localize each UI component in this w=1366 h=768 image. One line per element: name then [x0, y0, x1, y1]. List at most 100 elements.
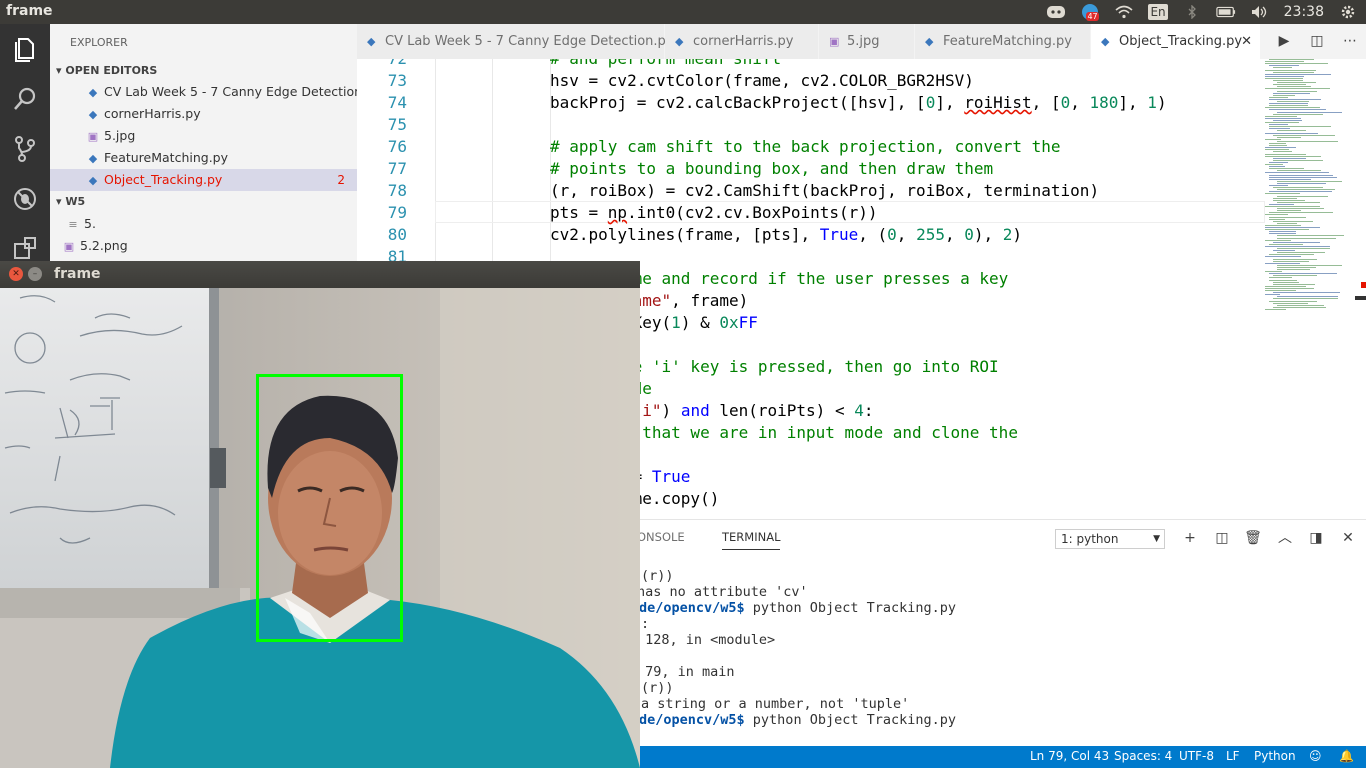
minimap-line	[1277, 266, 1316, 268]
minimap-line	[1273, 199, 1305, 201]
split-terminal-icon[interactable]: ◫	[1213, 529, 1231, 547]
minimap-line	[1265, 115, 1297, 117]
notifications-bell-icon[interactable]: 🔔	[1339, 749, 1354, 763]
python-file-icon: ◆	[88, 152, 98, 165]
toggle-panel-position-icon[interactable]: ◨	[1307, 529, 1325, 547]
terminal-line: de/opencv/w5$ python Object Tracking.py	[639, 712, 956, 728]
debug-icon[interactable]	[10, 184, 40, 214]
open-editor-item[interactable]: ◆ FeatureMatching.py	[50, 147, 357, 169]
code-line: (r, roiBox) = cv2.CamShift(backProj, roi…	[550, 181, 1100, 200]
more-actions-icon[interactable]: ⋯	[1341, 32, 1359, 50]
feedback-smiley-icon[interactable]: ☺	[1309, 749, 1322, 763]
volume-icon[interactable]	[1250, 4, 1270, 20]
minimize-window-icon[interactable]: –	[28, 267, 42, 281]
maximize-panel-icon[interactable]: ︿	[1276, 529, 1294, 547]
tab-canny-edge[interactable]: ◆ CV Lab Week 5 - 7 Canny Edge Detection.…	[357, 24, 674, 59]
code-line: # and perform mean shift	[550, 59, 781, 68]
close-panel-icon[interactable]: ✕	[1339, 529, 1357, 547]
python-file-icon: ◆	[88, 174, 98, 187]
minimap-line	[1273, 119, 1302, 121]
minimap-line	[1269, 109, 1326, 111]
open-editors-header[interactable]: ▾ OPEN EDITORS	[56, 64, 157, 77]
terminal-selector[interactable]: 1: python ▼	[1055, 529, 1165, 549]
close-tab-icon[interactable]: ✕	[1241, 24, 1252, 59]
battery-icon[interactable]	[1215, 4, 1236, 20]
minimap-line	[1265, 149, 1289, 151]
language-mode[interactable]: Python	[1254, 749, 1296, 763]
files-explorer-icon[interactable]	[10, 34, 40, 64]
minimap-line	[1269, 216, 1306, 218]
tracking-bounding-box	[256, 374, 403, 642]
minimap-line	[1269, 174, 1333, 176]
terminal-line: a string or a number, not 'tuple'	[641, 696, 910, 712]
open-editor-item-active[interactable]: ◆ Object_Tracking.py 2	[50, 169, 357, 191]
close-window-icon[interactable]: ✕	[9, 267, 23, 281]
minimap-line	[1265, 206, 1320, 207]
encoding[interactable]: UTF-8	[1179, 749, 1214, 763]
tab-object-tracking[interactable]: ◆ Object_Tracking.py ✕	[1091, 24, 1261, 59]
search-icon[interactable]	[10, 84, 40, 114]
minimap-line	[1269, 218, 1285, 220]
open-editor-item[interactable]: ◆ CV Lab Week 5 - 7 Canny Edge Detection.…	[50, 81, 357, 103]
minimap-line	[1273, 151, 1292, 153]
minimap-line	[1269, 233, 1296, 235]
minimap-line	[1269, 96, 1288, 98]
minimap-line	[1269, 168, 1304, 170]
folder-header[interactable]: ▾ W5	[56, 195, 85, 208]
minimap-line	[1269, 300, 1317, 302]
file-item[interactable]: ▣ 5.2.png	[50, 235, 357, 257]
minimap-line	[1265, 63, 1328, 65]
split-editor-icon[interactable]: ◫	[1308, 32, 1326, 50]
minimap-line	[1269, 277, 1292, 279]
source-control-icon[interactable]	[10, 134, 40, 164]
discord-icon[interactable]	[1046, 4, 1066, 20]
tab-5-jpg[interactable]: ▣ 5.jpg	[819, 24, 915, 59]
minimap-line	[1273, 298, 1338, 300]
tab-cornerharris[interactable]: ◆ cornerHarris.py	[665, 24, 819, 59]
minimap-line	[1265, 75, 1304, 77]
indentation[interactable]: Spaces: 4	[1114, 749, 1172, 763]
minimap-line	[1277, 248, 1330, 249]
terminal-line: has no attribute 'cv'	[637, 584, 808, 600]
minimap-line	[1277, 86, 1311, 88]
minimap-line	[1269, 166, 1285, 168]
open-editor-item[interactable]: ▣ 5.jpg	[50, 125, 357, 147]
file-item[interactable]: ≡ 5.	[50, 213, 357, 235]
tab-featurematching[interactable]: ◆ FeatureMatching.py	[915, 24, 1091, 59]
explorer-title: EXPLORER	[70, 36, 128, 49]
open-editor-item[interactable]: ◆ cornerHarris.py	[50, 103, 357, 125]
minimap-line	[1265, 122, 1299, 123]
keyboard-language-indicator[interactable]: En	[1148, 4, 1168, 20]
minimap-line	[1273, 80, 1303, 81]
clock[interactable]: 23:38	[1284, 4, 1324, 20]
run-icon[interactable]: ▶	[1275, 32, 1293, 50]
end-of-line[interactable]: LF	[1226, 749, 1240, 763]
webcam-frame-image	[0, 288, 640, 768]
wifi-icon[interactable]	[1114, 4, 1134, 20]
minimap-line	[1273, 220, 1313, 222]
new-terminal-icon[interactable]: +	[1181, 529, 1199, 547]
minimap-line	[1269, 231, 1296, 233]
trash-icon[interactable]: 🗑	[1244, 529, 1262, 547]
minimap-line	[1269, 185, 1288, 186]
chevron-down-icon: ▾	[56, 64, 66, 77]
minimap-line	[1269, 65, 1299, 67]
settings-gear-icon[interactable]	[1338, 4, 1358, 20]
extensions-icon[interactable]	[10, 234, 40, 264]
cursor-position[interactable]: Ln 79, Col 43	[1030, 749, 1109, 763]
line-number: 77	[387, 159, 407, 178]
tab-debug-console[interactable]: ONSOLE	[637, 530, 685, 544]
terminal-line: 128, in <module>	[637, 632, 776, 648]
system-tray: 47 En 23:38	[1046, 0, 1358, 24]
minimap-line	[1277, 90, 1317, 92]
scrollbar-thumb[interactable]	[1355, 296, 1366, 300]
tab-terminal[interactable]: TERMINAL	[722, 530, 781, 550]
minimap[interactable]	[1265, 59, 1355, 319]
window-titlebar[interactable]: ✕ – frame	[0, 261, 640, 288]
minimap-line	[1273, 67, 1292, 69]
python-file-icon: ◆	[925, 35, 934, 48]
line-number: 80	[387, 225, 407, 244]
chrome-notification-icon[interactable]: 47	[1080, 3, 1100, 21]
minimap-line	[1269, 273, 1337, 275]
bluetooth-icon[interactable]	[1182, 4, 1202, 20]
